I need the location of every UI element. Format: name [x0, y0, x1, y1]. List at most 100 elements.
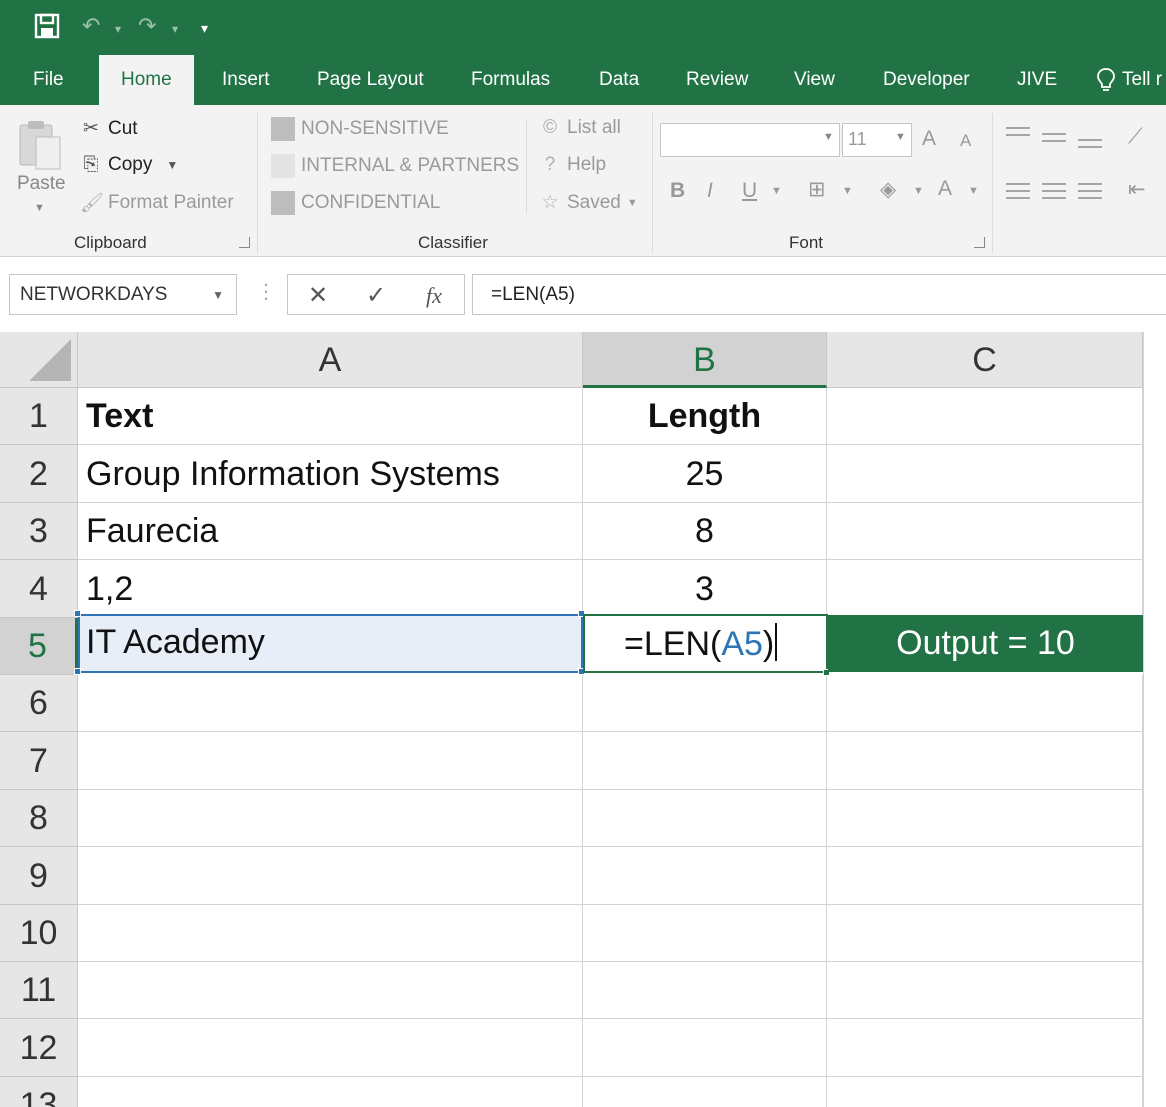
- cell-c3[interactable]: [827, 503, 1143, 560]
- cell-a13[interactable]: [78, 1077, 583, 1107]
- row-header-12[interactable]: 12: [0, 1019, 78, 1077]
- format-painter-button[interactable]: 🖌 Format Painter: [80, 191, 234, 215]
- redo-icon[interactable]: ↷: [138, 12, 156, 40]
- list-all-button[interactable]: © List all: [539, 117, 621, 139]
- cell-c12[interactable]: [827, 1019, 1143, 1077]
- tab-jive[interactable]: JIVE: [1017, 55, 1057, 105]
- formula-input[interactable]: =LEN(A5): [472, 274, 1166, 315]
- cell-b7[interactable]: [583, 732, 827, 790]
- row-header-2[interactable]: 2: [0, 445, 78, 503]
- cancel-icon[interactable]: ✕: [308, 281, 328, 310]
- font-size-dropdown-icon[interactable]: ▼: [895, 131, 906, 143]
- cell-b13[interactable]: [583, 1077, 827, 1107]
- saved-button[interactable]: ☆ Saved ▼: [539, 191, 638, 214]
- clipboard-launcher-icon[interactable]: [239, 237, 250, 248]
- cell-b6[interactable]: [583, 675, 827, 732]
- customize-qat-icon[interactable]: ▾: [201, 14, 208, 42]
- cell-a3[interactable]: Faurecia: [78, 503, 583, 560]
- row-header-8[interactable]: 8: [0, 790, 78, 847]
- cell-a11[interactable]: [78, 962, 583, 1019]
- align-bottom-icon[interactable]: [1078, 139, 1102, 153]
- non-sensitive-button[interactable]: NON-SENSITIVE: [271, 117, 449, 141]
- insert-function-icon[interactable]: fx: [426, 283, 442, 309]
- font-name-dropdown-icon[interactable]: ▼: [823, 131, 834, 143]
- enter-icon[interactable]: ✓: [366, 281, 386, 310]
- name-box-dropdown-icon[interactable]: ▼: [212, 288, 224, 302]
- font-color-icon[interactable]: A: [938, 177, 952, 201]
- fill-color-dropdown-icon[interactable]: ▼: [913, 185, 924, 197]
- decrease-indent-icon[interactable]: ⇤: [1128, 177, 1146, 202]
- font-name-input[interactable]: [660, 123, 840, 157]
- cell-c1[interactable]: [827, 388, 1143, 445]
- tab-developer[interactable]: Developer: [883, 55, 970, 105]
- underline-dropdown-icon[interactable]: ▼: [771, 185, 782, 197]
- cell-c10[interactable]: [827, 905, 1143, 962]
- redo-dropdown-icon[interactable]: ▾: [172, 15, 178, 43]
- name-box[interactable]: NETWORKDAYS ▼: [9, 274, 237, 315]
- row-header-3[interactable]: 3: [0, 503, 78, 560]
- cell-b5-editor[interactable]: =LEN(A5): [624, 623, 778, 664]
- undo-icon[interactable]: ↶: [82, 12, 100, 40]
- cell-b11[interactable]: [583, 962, 827, 1019]
- cell-b12[interactable]: [583, 1019, 827, 1077]
- cell-a6[interactable]: [78, 675, 583, 732]
- tab-file[interactable]: File: [33, 55, 64, 105]
- cell-a1[interactable]: Text: [78, 388, 583, 445]
- cell-c7[interactable]: [827, 732, 1143, 790]
- column-header-a[interactable]: A: [78, 332, 583, 388]
- align-right-icon[interactable]: [1078, 183, 1102, 204]
- tab-home[interactable]: Home: [99, 55, 194, 105]
- save-icon[interactable]: [33, 12, 61, 40]
- align-middle-icon[interactable]: [1042, 133, 1066, 147]
- cell-c2[interactable]: [827, 445, 1143, 503]
- column-header-c[interactable]: C: [827, 332, 1143, 388]
- cell-a10[interactable]: [78, 905, 583, 962]
- row-header-1[interactable]: 1: [0, 388, 78, 445]
- align-left-icon[interactable]: [1006, 183, 1030, 204]
- row-header-9[interactable]: 9: [0, 847, 78, 905]
- copy-dropdown-icon[interactable]: ▼: [166, 158, 178, 172]
- row-header-11[interactable]: 11: [0, 962, 78, 1019]
- cell-c9[interactable]: [827, 847, 1143, 905]
- cell-a4[interactable]: 1,2: [78, 560, 583, 618]
- internal-partners-button[interactable]: INTERNAL & PARTNERS: [271, 154, 519, 178]
- cell-c5-output[interactable]: Output = 10: [828, 615, 1143, 672]
- copy-button[interactable]: ⎘ Copy ▼: [80, 154, 178, 176]
- cell-a7[interactable]: [78, 732, 583, 790]
- cell-c13[interactable]: [827, 1077, 1143, 1107]
- italic-icon[interactable]: I: [707, 179, 713, 203]
- row-header-10[interactable]: 10: [0, 905, 78, 962]
- select-all-button[interactable]: [0, 332, 78, 388]
- paste-dropdown-icon[interactable]: ▼: [34, 202, 45, 214]
- undo-dropdown-icon[interactable]: ▾: [115, 15, 121, 43]
- cell-b9[interactable]: [583, 847, 827, 905]
- cell-b3[interactable]: 8: [583, 503, 827, 560]
- font-launcher-icon[interactable]: [974, 237, 985, 248]
- tab-insert[interactable]: Insert: [222, 55, 270, 105]
- cell-a2[interactable]: Group Information Systems: [78, 445, 583, 503]
- row-header-5[interactable]: 5: [0, 618, 78, 675]
- row-header-13[interactable]: 13: [0, 1077, 78, 1107]
- row-header-6[interactable]: 6: [0, 675, 78, 732]
- saved-dropdown-icon[interactable]: ▼: [627, 197, 638, 209]
- tab-view[interactable]: View: [794, 55, 835, 105]
- tell-me-search[interactable]: Tell r: [1096, 55, 1162, 105]
- tab-data[interactable]: Data: [599, 55, 639, 105]
- cut-button[interactable]: ✂ Cut: [80, 117, 138, 140]
- paste-button-label[interactable]: Paste: [17, 173, 66, 195]
- bold-icon[interactable]: B: [670, 179, 685, 203]
- cell-b2[interactable]: 25: [583, 445, 827, 503]
- cell-c8[interactable]: [827, 790, 1143, 847]
- cell-b1[interactable]: Length: [583, 388, 827, 445]
- row-header-7[interactable]: 7: [0, 732, 78, 790]
- help-button[interactable]: ? Help: [539, 154, 606, 176]
- cell-c6[interactable]: [827, 675, 1143, 732]
- orientation-icon[interactable]: ⟋: [1128, 125, 1143, 149]
- tab-page-layout[interactable]: Page Layout: [317, 55, 424, 105]
- tab-formulas[interactable]: Formulas: [471, 55, 550, 105]
- cell-a12[interactable]: [78, 1019, 583, 1077]
- font-color-dropdown-icon[interactable]: ▼: [968, 185, 979, 197]
- cell-c4[interactable]: [827, 560, 1143, 618]
- grow-font-icon[interactable]: A: [922, 127, 936, 151]
- cell-b8[interactable]: [583, 790, 827, 847]
